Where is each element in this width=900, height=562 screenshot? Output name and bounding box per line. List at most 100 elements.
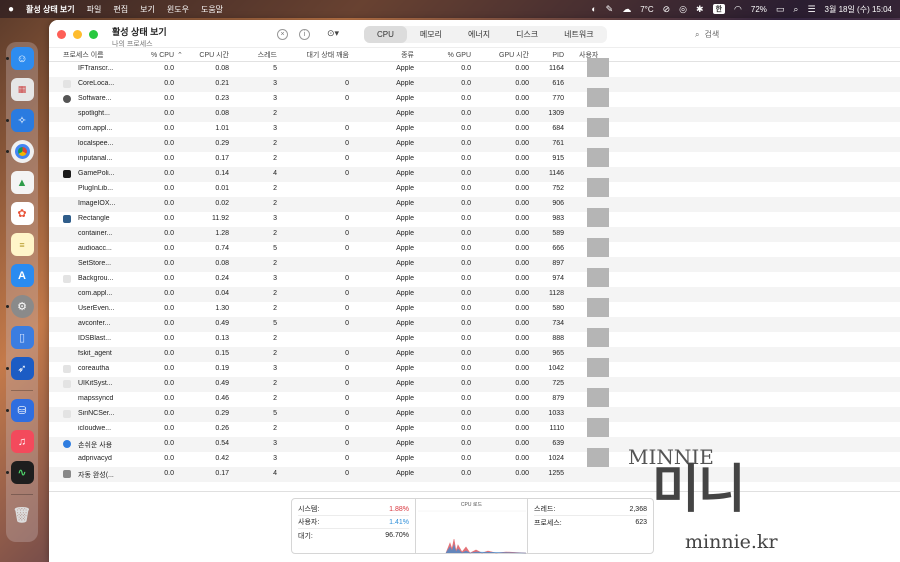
window-subtitle[interactable]: 나의 프로세스 xyxy=(112,39,167,49)
app-icon-bird[interactable]: ➶ xyxy=(5,357,34,380)
notes-icon[interactable]: ≡ xyxy=(10,233,34,256)
table-row[interactable]: UserEven... 0.0 1.30 2 0 Apple 0.0 0.00 580 xyxy=(49,298,900,321)
table-row[interactable]: UIKitSyst... 0.0 0.49 2 0 Apple 0.0 0.00 725 xyxy=(49,377,900,392)
process-kind: Apple xyxy=(396,275,414,282)
search-field[interactable]: ⌕ 검색 xyxy=(695,29,719,40)
photos-icon[interactable]: ✿ xyxy=(10,202,34,225)
table-row[interactable]: SiriNCSer... 0.0 0.29 5 0 Apple 0.0 0.00 1033 xyxy=(49,407,900,422)
table-row[interactable]: audioacc... 0.0 0.74 5 0 Apple 0.0 0.00 666 xyxy=(49,238,900,261)
stat-user: 사용자: 1.41% xyxy=(298,516,409,529)
table-row[interactable]: com.appl... 0.0 0.04 2 0 Apple 0.0 0.00 1128 xyxy=(49,287,900,302)
table-row[interactable]: coreautha 0.0 0.19 3 0 Apple 0.0 0.00 1042 xyxy=(49,358,900,381)
table-row[interactable]: container... 0.0 1.28 2 0 Apple 0.0 0.00 589 xyxy=(49,227,900,242)
gpu-time: 0.00 xyxy=(515,110,529,117)
menu-view[interactable]: 보기 xyxy=(140,4,155,15)
table-row[interactable]: Software... 0.0 0.23 3 0 Apple 0.0 0.00 770 xyxy=(49,88,900,111)
status-app-icon[interactable]: ◐ xyxy=(591,4,596,14)
table-row[interactable]: icloudwe... 0.0 0.26 2 0 Apple 0.0 0.00 1110 xyxy=(49,418,900,441)
menu-help[interactable]: 도움말 xyxy=(201,4,223,15)
apple-menu-icon[interactable]: ● xyxy=(8,4,14,15)
cpu-percent: 0.0 xyxy=(164,140,174,147)
system-settings-icon[interactable]: ⚙ xyxy=(5,295,34,318)
tab-energy[interactable]: 에너지 xyxy=(455,26,503,43)
table-row[interactable]: CoreLoca... 0.0 0.21 3 0 Apple 0.0 0.00 616 xyxy=(49,77,900,92)
cpu-time: 0.74 xyxy=(215,245,229,252)
weather-icon[interactable]: ☁ xyxy=(622,4,631,15)
table-row[interactable]: com.appl... 0.0 1.01 3 0 Apple 0.0 0.00 684 xyxy=(49,118,900,141)
table-row[interactable]: PlugInLib... 0.0 0.01 2 Apple 0.0 0.00 752 xyxy=(49,178,900,201)
gpu-percent: 0.0 xyxy=(461,215,471,222)
weather-temp[interactable]: 7°C xyxy=(640,5,653,14)
minimize-button[interactable] xyxy=(73,30,82,39)
col-header-threads[interactable]: 스레드 xyxy=(244,50,277,60)
finder-icon[interactable]: ☺ xyxy=(5,47,34,70)
cpu-time: 1.30 xyxy=(215,305,229,312)
info-icon[interactable]: i xyxy=(299,29,310,40)
table-row[interactable]: avconfer... 0.0 0.49 5 0 Apple 0.0 0.00 734 xyxy=(49,317,900,332)
col-header-cpu[interactable]: % CPU xyxy=(139,52,174,59)
table-row[interactable]: Rectangle 0.0 11.92 3 0 Apple 0.0 0.00 983 xyxy=(49,208,900,231)
status-area: ◐ ✎ ☁ 7°C ⊘ ◎ ✱ 한 ◠ 72% ▭ ⌕ ☰ 3월 18일 (수)… xyxy=(591,4,892,15)
zoom-button[interactable] xyxy=(89,30,98,39)
col-header-cpu-time[interactable]: CPU 시간 xyxy=(189,50,229,60)
tab-memory[interactable]: 메모리 xyxy=(407,26,455,43)
activity-monitor-icon[interactable]: ∿ xyxy=(5,461,34,484)
col-header-pid[interactable]: PID xyxy=(539,52,564,59)
table-row[interactable]: localspee... 0.0 0.29 2 0 Apple 0.0 0.00 761 xyxy=(49,137,900,152)
process-app-icon xyxy=(63,365,71,373)
status-app-icon-2[interactable]: ✎ xyxy=(606,4,614,15)
col-header-gpu[interactable]: % GPU xyxy=(439,52,471,59)
col-header-gpu-time[interactable]: GPU 시간 xyxy=(489,50,529,60)
launchpad-icon[interactable]: ▦ xyxy=(10,78,34,101)
spotlight-search-icon[interactable]: ⌕ xyxy=(793,4,798,15)
input-source-badge[interactable]: 한 xyxy=(712,4,726,14)
thread-count: 2 xyxy=(273,290,277,297)
thread-count: 4 xyxy=(273,170,277,177)
battery-percent[interactable]: 72% xyxy=(751,5,767,14)
disk-utility-icon[interactable]: ⛁ xyxy=(5,399,34,422)
table-row[interactable]: Backgrou... 0.0 0.24 3 0 Apple 0.0 0.00 974 xyxy=(49,268,900,291)
control-center-icon[interactable]: ☰ xyxy=(807,4,815,15)
table-row[interactable]: fskit_agent 0.0 0.15 2 0 Apple 0.0 0.00 965 xyxy=(49,347,900,362)
col-header-kind[interactable]: 종류 xyxy=(379,50,414,60)
stop-process-icon[interactable]: × xyxy=(277,29,288,40)
thread-count: 4 xyxy=(273,470,277,477)
table-row[interactable]: mapssyncd 0.0 0.46 2 0 Apple 0.0 0.00 879 xyxy=(49,388,900,411)
idle-wakeups: 0 xyxy=(345,425,349,432)
wifi-icon[interactable]: ◠ xyxy=(734,4,742,15)
table-row[interactable]: IFTranscr... 0.0 0.08 5 Apple 0.0 0.00 1164 xyxy=(49,58,900,81)
table-row[interactable]: IDSBlast... 0.0 0.13 2 Apple 0.0 0.00 888 xyxy=(49,328,900,351)
col-header-idle-wakeups[interactable]: 대기 상태 깨움 xyxy=(289,50,349,60)
airplay-icon[interactable]: ◎ xyxy=(679,4,687,15)
idle-wakeups: 0 xyxy=(345,290,349,297)
menu-app-name[interactable]: 활성 상태 보기 xyxy=(26,4,75,15)
app-store-icon[interactable]: A xyxy=(10,264,34,287)
process-kind: Apple xyxy=(396,440,414,447)
menu-window[interactable]: 윈도우 xyxy=(167,4,189,15)
close-button[interactable] xyxy=(57,30,66,39)
battery-icon[interactable]: ▭ xyxy=(776,4,785,15)
tab-cpu[interactable]: CPU xyxy=(364,26,407,43)
bluetooth-icon[interactable]: ✱ xyxy=(696,4,704,15)
col-header-name[interactable]: 프로세스 이름 xyxy=(63,50,104,60)
table-row[interactable]: inputanal... 0.0 0.17 2 0 Apple 0.0 0.00 915 xyxy=(49,148,900,171)
tab-network[interactable]: 네트워크 xyxy=(551,26,606,43)
music-icon[interactable]: ♫ xyxy=(10,430,34,453)
maps-icon[interactable]: ▲ xyxy=(10,171,34,194)
menu-edit[interactable]: 편집 xyxy=(113,4,128,15)
process-kind: Apple xyxy=(396,200,414,207)
table-row[interactable]: GamePoli... 0.0 0.14 4 0 Apple 0.0 0.00 1146 xyxy=(49,167,900,182)
more-actions-icon[interactable]: ⊙▾ xyxy=(327,28,339,39)
focus-icon[interactable]: ⊘ xyxy=(663,4,671,15)
menubar-clock[interactable]: 3월 18일 (수) 15:04 xyxy=(825,4,892,15)
menu-file[interactable]: 파일 xyxy=(87,4,102,15)
cpu-time: 0.21 xyxy=(215,80,229,87)
chrome-icon[interactable] xyxy=(5,140,34,163)
safari-icon[interactable]: ✧ xyxy=(5,109,34,132)
trash-icon[interactable]: 🗑 xyxy=(11,503,34,526)
table-row[interactable]: SetStore... 0.0 0.08 2 Apple 0.0 0.00 897 xyxy=(49,257,900,272)
tab-disk[interactable]: 디스크 xyxy=(503,26,551,43)
table-row[interactable]: ImageIOX... 0.0 0.02 2 Apple 0.0 0.00 906 xyxy=(49,197,900,212)
table-row[interactable]: spotlight... 0.0 0.08 2 Apple 0.0 0.00 1309 xyxy=(49,107,900,122)
simulator-icon[interactable]: ▯ xyxy=(10,326,34,349)
